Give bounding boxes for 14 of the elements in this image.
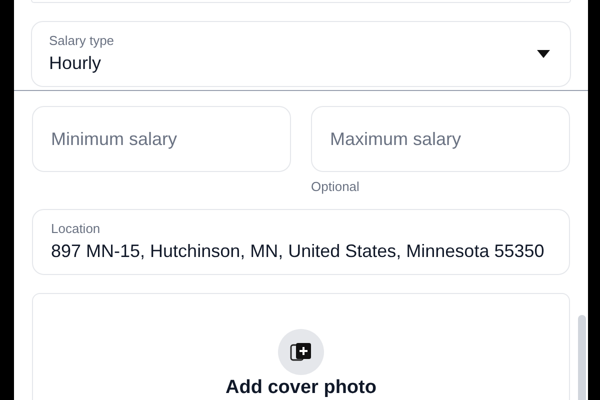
field-label: Salary type (49, 33, 114, 49)
salary-type-dropdown[interactable]: Salary type Hourly (31, 21, 571, 87)
helper-text: Optional (311, 179, 360, 195)
cover-photo-card[interactable]: Add cover photo (32, 293, 570, 400)
field-label: Location (51, 221, 102, 237)
cover-photo-label: Add cover photo (226, 378, 376, 397)
field-value: Hourly (49, 52, 102, 75)
dropdown-caret-icon (537, 50, 550, 58)
add-photo-icon (278, 329, 324, 375)
field-value: 897 MN-15, Hutchinson, MN, United States, Minnesota 55350 (51, 240, 546, 263)
location-field[interactable]: Location 897 MN-15, Hutchinson, MN, United States, Minnesota 55350 (32, 209, 570, 275)
salary-field[interactable]: Minimum salary (32, 106, 291, 172)
salary-field[interactable]: Maximum salary (311, 106, 570, 172)
scrollbar-thumb[interactable] (578, 315, 586, 400)
